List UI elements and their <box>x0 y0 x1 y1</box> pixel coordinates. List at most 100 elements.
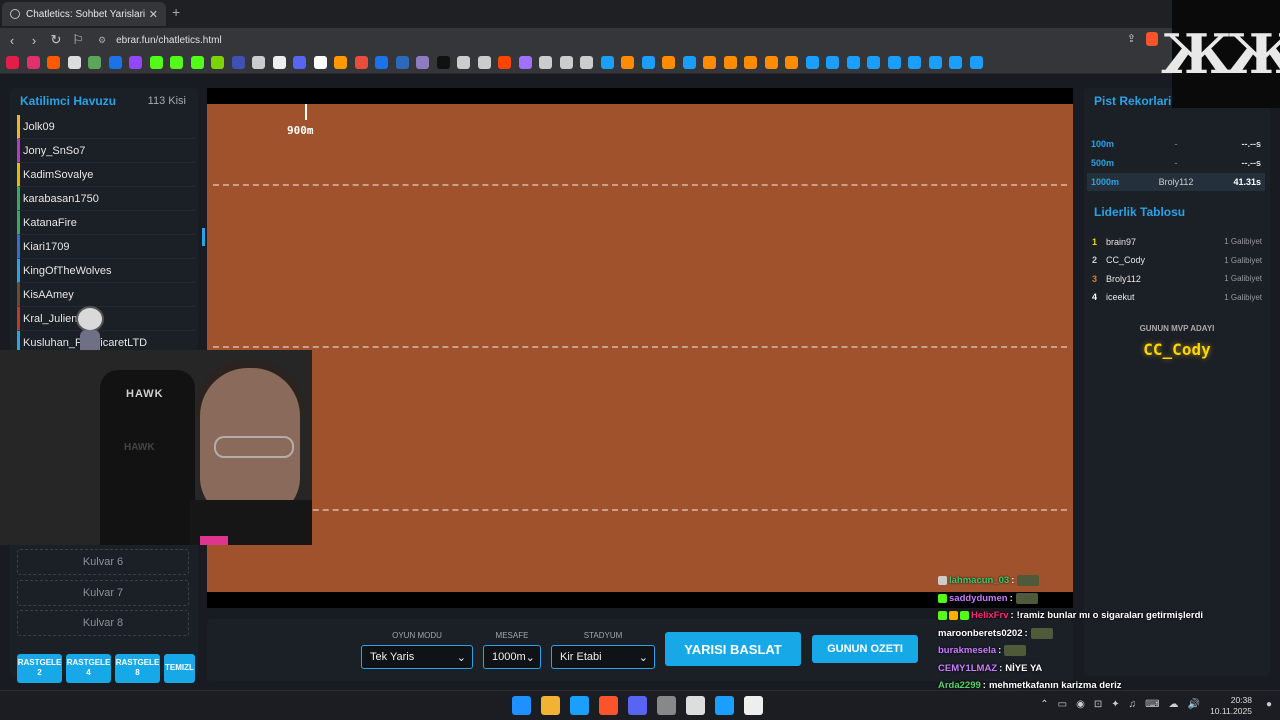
tray-icon[interactable]: ▭ <box>1058 699 1067 710</box>
bookmark-icon[interactable] <box>826 56 839 69</box>
bookmark-icon[interactable] <box>170 56 183 69</box>
bookmark-icon[interactable] <box>477 56 491 69</box>
lane-slot-7[interactable]: Kulvar 7 <box>17 580 189 606</box>
bookmark-icon[interactable] <box>272 56 286 69</box>
bookmark-icon[interactable] <box>682 56 696 69</box>
distance-select[interactable]: 1000m ⌄ <box>483 645 541 669</box>
bookmark-icon[interactable] <box>621 56 634 69</box>
taskbar-app-icon[interactable] <box>657 696 676 715</box>
taskbar-app-icon[interactable] <box>628 696 647 715</box>
notification-icon[interactable]: ● <box>1266 699 1272 710</box>
taskbar-app-icon[interactable] <box>541 696 560 715</box>
bookmark-icon[interactable] <box>67 56 81 69</box>
participant-row[interactable]: KatanaFire <box>17 211 195 235</box>
bookmark-icon[interactable] <box>703 56 716 69</box>
url-field[interactable]: ⚙ ebrar.fun/chatletics.html <box>98 35 222 46</box>
bookmark-icon[interactable] <box>416 56 429 69</box>
tray-icon[interactable]: ⌃ <box>1040 699 1048 710</box>
bookmark-icon[interactable] <box>47 56 60 69</box>
back-button[interactable]: ‹ <box>2 33 22 48</box>
bookmark-icon[interactable] <box>580 56 593 69</box>
bookmark-icon[interactable] <box>436 56 450 69</box>
bookmark-icon[interactable] <box>928 56 942 69</box>
participant-row[interactable]: KisAAmey <box>17 283 195 307</box>
tray-icon[interactable]: ☁ <box>1169 699 1179 710</box>
bookmark-icon[interactable] <box>88 56 101 69</box>
bookmark-icon[interactable] <box>887 56 901 69</box>
daily-summary-button[interactable]: GUNUN OZETI <box>812 635 918 663</box>
bookmark-icon[interactable] <box>969 56 983 69</box>
new-tab-button[interactable]: + <box>172 4 180 20</box>
bookmark-icon[interactable] <box>498 56 511 69</box>
taskbar-app-icon[interactable] <box>744 696 763 715</box>
participant-list-scrollbar[interactable] <box>202 228 205 246</box>
tray-icon[interactable]: ⌨ <box>1145 699 1159 710</box>
brave-shields-icon[interactable] <box>1146 32 1158 46</box>
taskbar-app-icon[interactable] <box>570 696 589 715</box>
bookmark-icon[interactable] <box>662 56 675 69</box>
taskbar-app-icon[interactable] <box>715 696 734 715</box>
bookmark-icon[interactable] <box>334 56 347 69</box>
clear-button[interactable]: TEMIZL <box>164 654 195 683</box>
bookmark-icon[interactable] <box>313 56 327 69</box>
tray-icon[interactable]: ◉ <box>1076 699 1085 710</box>
participant-row[interactable]: KingOfTheWolves <box>17 259 195 283</box>
reload-button[interactable]: ↻ <box>46 32 66 48</box>
taskbar-app-icon[interactable] <box>599 696 618 715</box>
bookmark-icon[interactable] <box>600 56 614 69</box>
bookmark-icon[interactable] <box>764 56 778 69</box>
clock[interactable]: 20:38 10.11.2025 <box>1210 695 1252 717</box>
stadium-select[interactable]: Kir Etabi ⌄ <box>551 645 655 669</box>
bookmark-icon[interactable] <box>805 56 819 69</box>
taskbar-app-icon[interactable] <box>686 696 705 715</box>
game-mode-select[interactable]: Tek Yaris ⌄ <box>361 645 473 669</box>
random-8-button[interactable]: RASTGELE 8 <box>115 654 160 683</box>
bookmark-icon[interactable] <box>211 56 224 69</box>
forward-button[interactable]: › <box>24 33 44 48</box>
bookmark-icon[interactable] <box>26 56 40 69</box>
bookmark-icon[interactable] <box>252 56 265 69</box>
participant-row[interactable]: Jolk09 <box>17 115 195 139</box>
tray-icon[interactable]: ✦ <box>1111 699 1119 710</box>
bookmark-button[interactable]: ⚐ <box>68 32 88 48</box>
participant-row[interactable]: karabasan1750 <box>17 187 195 211</box>
tray-icon[interactable]: ♫ <box>1129 699 1137 710</box>
bookmark-icon[interactable] <box>190 56 204 69</box>
tray-icon[interactable]: 🔊 <box>1188 699 1200 710</box>
bookmark-icon[interactable] <box>723 56 737 69</box>
participant-row[interactable]: KadimSovalye <box>17 163 195 187</box>
participant-row[interactable]: Jony_SnSo7 <box>17 139 195 163</box>
bookmark-icon[interactable] <box>949 56 962 69</box>
start-race-button[interactable]: YARISI BASLAT <box>665 632 801 666</box>
bookmark-icon[interactable] <box>539 56 552 69</box>
bookmark-icon[interactable] <box>641 56 655 69</box>
random-4-button[interactable]: RASTGELE 4 <box>66 654 111 683</box>
bookmark-icon[interactable] <box>744 56 757 69</box>
bookmark-icon[interactable] <box>867 56 880 69</box>
bookmark-icon[interactable] <box>108 56 122 69</box>
tray-icon[interactable]: ⊡ <box>1094 699 1102 710</box>
participant-row[interactable]: Kiari1709 <box>17 235 195 259</box>
lane-slot-8[interactable]: Kulvar 8 <box>17 610 189 636</box>
bookmark-icon[interactable] <box>457 56 470 69</box>
random-2-button[interactable]: RASTGELE 2 <box>17 654 62 683</box>
share-icon[interactable]: ⇪ <box>1127 32 1136 46</box>
bookmark-icon[interactable] <box>785 56 798 69</box>
close-tab-icon[interactable]: ✕ <box>149 8 158 21</box>
bookmark-icon[interactable] <box>375 56 388 69</box>
start-menu-icon[interactable] <box>512 696 531 715</box>
browser-tab[interactable]: Chatletics: Sohbet Yarislari ✕ <box>2 2 166 26</box>
bookmark-icon[interactable] <box>846 56 860 69</box>
bookmark-icon[interactable] <box>149 56 163 69</box>
lane-slot-6[interactable]: Kulvar 6 <box>17 549 189 575</box>
bookmark-icon[interactable] <box>231 56 245 69</box>
site-info-icon[interactable]: ⚙ <box>98 35 106 46</box>
bookmark-icon[interactable] <box>6 56 19 69</box>
bookmark-icon[interactable] <box>354 56 368 69</box>
bookmark-icon[interactable] <box>908 56 921 69</box>
bookmark-icon[interactable] <box>129 56 142 69</box>
bookmark-icon[interactable] <box>559 56 573 69</box>
bookmark-icon[interactable] <box>293 56 306 69</box>
bookmark-icon[interactable] <box>518 56 532 69</box>
bookmark-icon[interactable] <box>395 56 409 69</box>
